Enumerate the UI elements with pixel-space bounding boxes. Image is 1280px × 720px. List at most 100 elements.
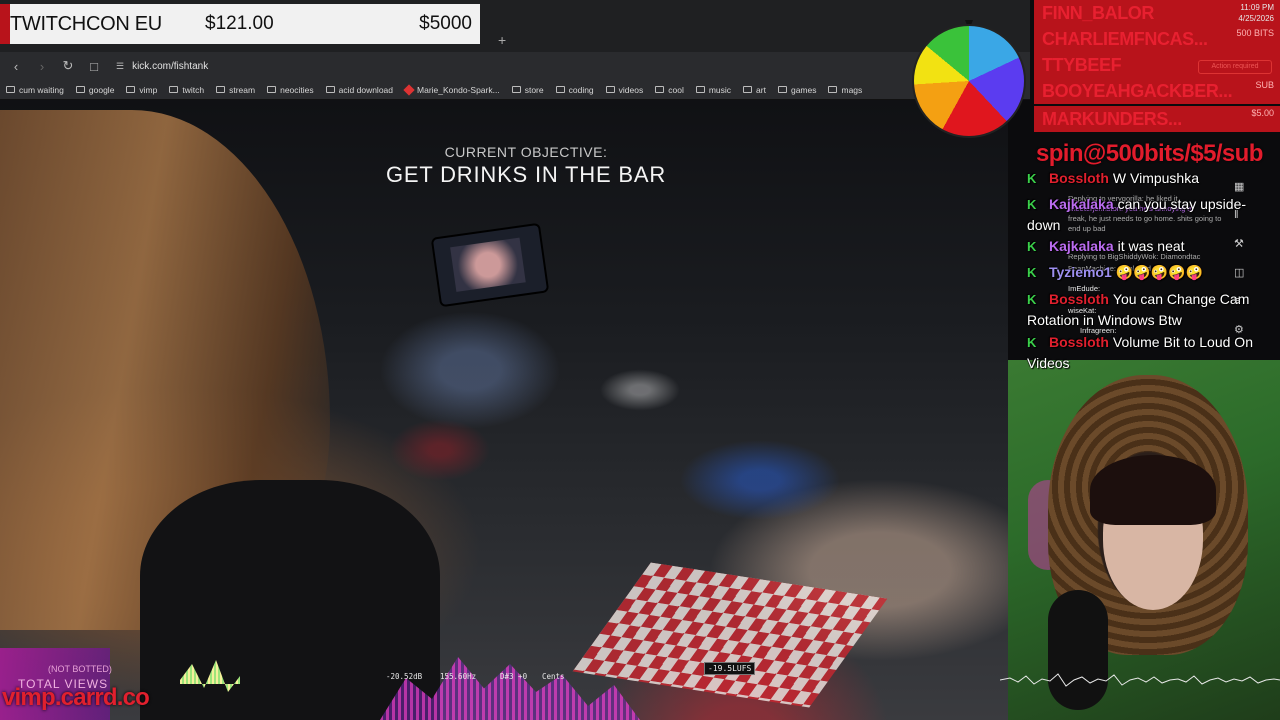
chat-text: it was neat — [1117, 238, 1185, 254]
chat-message: K Bossloth W Vimpushka — [1027, 168, 1257, 189]
chat-message: K Bossloth You can Change Cam Rotation in … — [1027, 289, 1257, 331]
note-readout: D#3 +0 — [500, 672, 528, 681]
bookmark-item[interactable]: mags — [828, 85, 862, 95]
kick-badge-icon: K — [1027, 171, 1037, 186]
objective-label: CURRENT OBJECTIVE: — [444, 144, 608, 160]
bookmark-item[interactable]: stream — [216, 85, 255, 95]
chat-username[interactable]: Bossloth — [1049, 334, 1109, 350]
folder-icon — [169, 86, 179, 93]
url-text: kick.com/fishtank — [132, 60, 209, 72]
donation-goal: $5000 — [419, 13, 472, 34]
bookmark-item[interactable]: neocities — [267, 85, 314, 95]
folder-icon — [743, 86, 753, 93]
bookmarks-bar: cum waiting google vimp twitch stream ne… — [0, 80, 1030, 100]
alert-row: BOOYEAHGACKBER... — [1034, 78, 1280, 104]
stream-screen: CURRENT OBJECTIVE: GET DRINKS IN THE BAR… — [0, 0, 1280, 720]
list-icon[interactable]: ≡ — [1234, 295, 1248, 307]
frequency-readout: 155.60Hz — [440, 672, 477, 681]
bookmark-item[interactable]: cum waiting — [6, 85, 64, 95]
bookmark-item[interactable]: games — [777, 85, 816, 95]
folder-icon — [695, 86, 705, 93]
webcam-feed — [1008, 360, 1280, 720]
bookmark-item[interactable]: Marie_Kondo-Spark... — [403, 83, 500, 96]
chat-tools: ▦ ‖ ⚒ ◫ ≡ ⚙ — [1234, 180, 1248, 336]
forward-icon[interactable]: › — [32, 59, 52, 74]
objective-text: GET DRINKS IN THE BAR — [385, 162, 667, 187]
bars-icon[interactable]: ‖ — [1234, 209, 1248, 221]
trash-icon[interactable]: ◫ — [1234, 266, 1248, 279]
folder-icon — [828, 86, 838, 93]
folder-icon — [216, 86, 226, 93]
not-botted-label: (NOT BOTTED) — [48, 664, 112, 674]
tab-strip: TWITCHCON EU $121.00 $5000 + — [0, 0, 1030, 52]
site-info-icon[interactable]: ☰ — [116, 61, 124, 72]
bookmark-item[interactable]: google — [75, 85, 114, 95]
new-tab-button[interactable]: + — [498, 32, 506, 48]
folder-icon — [325, 86, 335, 93]
cents-label: Cents — [542, 672, 565, 681]
bookmark-item[interactable]: coding — [555, 85, 594, 95]
kick-badge-icon: K — [1027, 292, 1037, 307]
spin-banner: spin@500bits/$5/sub — [1036, 140, 1263, 167]
chat-message: K Kajkalaka can you stay upside-down — [1027, 194, 1257, 236]
kick-badge-icon: K — [1027, 265, 1037, 280]
wrench-icon[interactable]: ⚒ — [1234, 237, 1248, 250]
chat-text: W Vimpushka — [1112, 170, 1199, 186]
alert-sub-label: SUB — [1255, 80, 1274, 90]
chat-username[interactable]: Bossloth — [1049, 170, 1109, 186]
kick-badge-icon: K — [1027, 197, 1037, 212]
folder-icon — [6, 86, 15, 93]
folder-icon — [605, 86, 615, 93]
bookmark-item[interactable]: cool — [655, 85, 684, 95]
spin-wheel — [912, 24, 1026, 138]
bookmark-item[interactable]: art — [743, 85, 766, 95]
donation-goal-bar: TWITCHCON EU $121.00 $5000 — [0, 4, 480, 44]
folder-icon — [126, 86, 136, 93]
chat-username[interactable]: Kajkalaka — [1049, 238, 1114, 254]
folder-icon — [75, 86, 85, 93]
donation-amount: $121.00 — [205, 13, 274, 34]
action-required-button[interactable]: Action required — [1198, 60, 1272, 74]
url-field[interactable]: ☰ kick.com/fishtank — [116, 61, 208, 72]
chat-text: 🤪🤪🤪🤪🤪 — [1115, 264, 1203, 280]
microphone — [1048, 590, 1108, 710]
chat-username[interactable]: Tyziemo1 — [1049, 264, 1112, 280]
folder-icon — [267, 86, 277, 93]
grid-icon[interactable]: ▦ — [1234, 180, 1248, 193]
kick-badge-icon: K — [1027, 335, 1037, 350]
reload-icon[interactable]: ↻ — [58, 58, 78, 74]
settings-icon[interactable]: ⚙ — [1234, 323, 1248, 336]
bookmark-item[interactable]: twitch — [169, 85, 204, 95]
address-bar: ‹ › ↻ □ ☰ kick.com/fishtank — [0, 52, 1030, 80]
chat-message: K Bossloth Volume Bit to Loud On Videos — [1027, 332, 1257, 374]
chat-username[interactable]: Kajkalaka — [1049, 196, 1114, 212]
folder-icon — [655, 86, 665, 93]
objective-overlay: CURRENT OBJECTIVE: GET DRINKS IN THE BAR — [380, 144, 672, 188]
alert-bits: 500 BITS — [1236, 28, 1274, 38]
chat-message: K Kajkalaka it was neat — [1027, 236, 1257, 257]
chat-overlay: Replying to verygorilla: he liked it ske… — [1024, 168, 1260, 378]
lufs-readout: -19.5LUFS — [704, 662, 756, 675]
bookmark-item[interactable]: store — [511, 85, 544, 95]
streamer-hair — [1090, 455, 1216, 525]
chat-message: K Tyziemo1 🤪🤪🤪🤪🤪 — [1027, 262, 1257, 283]
kick-badge-icon: K — [1027, 239, 1037, 254]
folder-icon — [511, 86, 521, 93]
bookmark-item[interactable]: music — [695, 85, 731, 95]
acrobat-icon — [403, 83, 415, 96]
bookmark-item[interactable]: vimp — [126, 85, 157, 95]
bookmark-icon[interactable]: □ — [84, 59, 104, 74]
alert-row: MARKUNDERS... — [1034, 106, 1280, 132]
donation-title: TWITCHCON EU — [10, 12, 162, 35]
decibel-readout: -20.52dB — [386, 672, 423, 681]
bookmark-item[interactable]: videos — [605, 85, 643, 95]
back-icon[interactable]: ‹ — [6, 59, 26, 74]
clock: 11:09 PM 4/25/2026 — [1238, 3, 1274, 23]
alert-amount: $5.00 — [1251, 108, 1274, 118]
site-watermark: vimp.carrd.co — [2, 684, 150, 711]
folder-icon — [777, 86, 787, 93]
bookmark-item[interactable]: acid download — [325, 85, 393, 95]
chat-username[interactable]: Bossloth — [1049, 291, 1109, 307]
folder-icon — [555, 86, 565, 93]
audio-oscilloscope — [1000, 673, 1280, 687]
